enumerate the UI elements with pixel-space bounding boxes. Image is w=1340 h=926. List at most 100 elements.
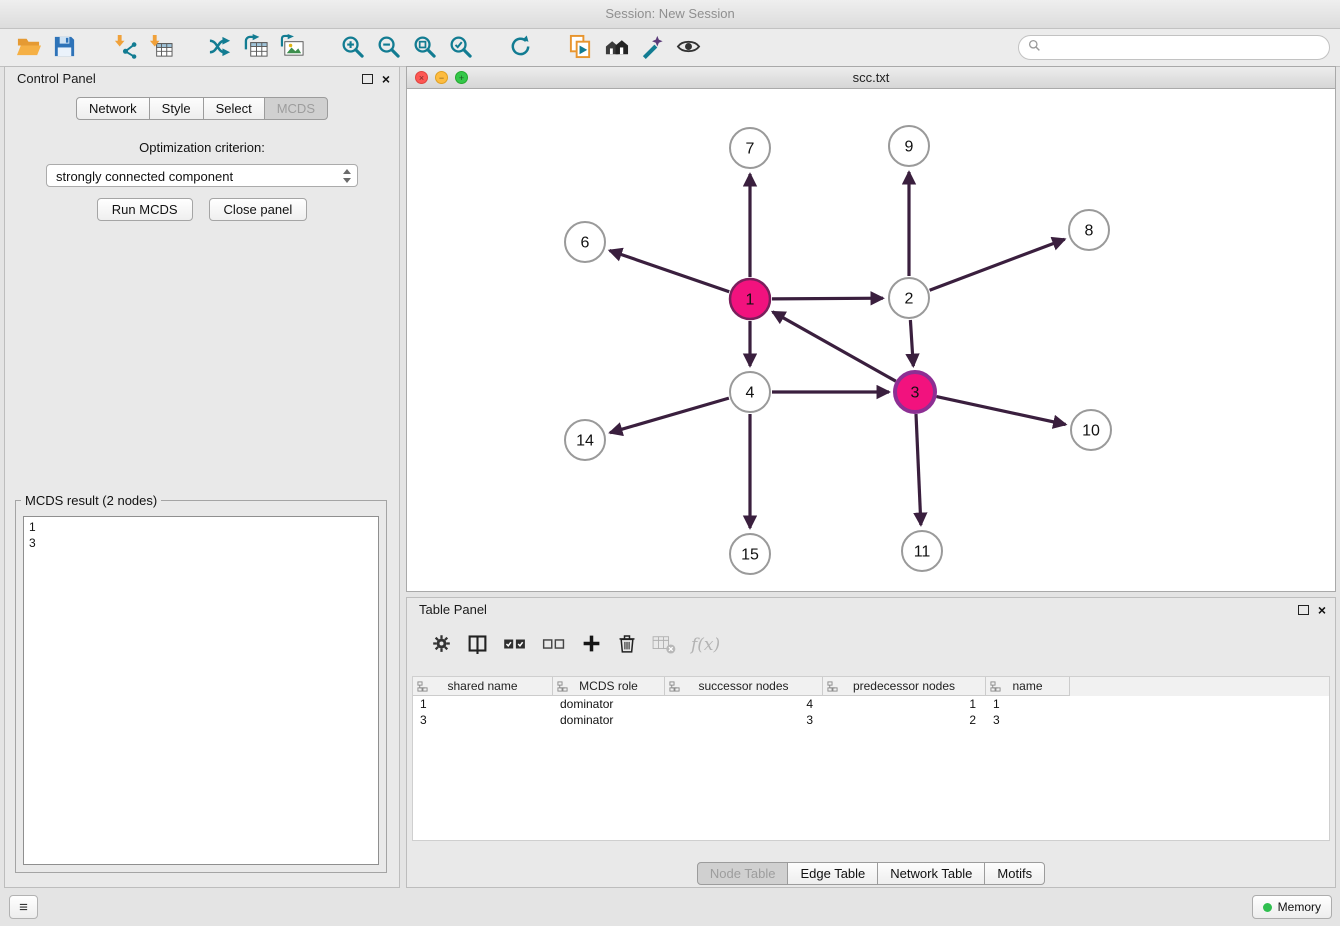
table-panel-header: Table Panel × — [407, 598, 1335, 621]
node-label: 8 — [1085, 223, 1094, 240]
float-panel-icon[interactable] — [362, 74, 373, 84]
hide-columns-button[interactable] — [542, 635, 566, 656]
mcds-result-title: MCDS result (2 nodes) — [21, 493, 161, 508]
column-header[interactable]: name — [986, 677, 1070, 696]
minimize-window-button[interactable]: − — [435, 71, 448, 84]
import-table-button[interactable] — [142, 33, 178, 63]
copy-view-button[interactable] — [562, 33, 598, 63]
network-window-titlebar[interactable]: scc.txt × − + — [407, 67, 1335, 89]
import-table-icon — [148, 34, 173, 62]
function-builder-button[interactable]: f(x) — [691, 635, 720, 655]
column-header[interactable]: MCDS role — [553, 677, 665, 696]
delete-table-button[interactable] — [652, 634, 676, 657]
column-sort-icon — [669, 681, 680, 695]
node-label: 6 — [581, 235, 590, 252]
eye-icon — [676, 34, 701, 62]
column-header-label: shared name — [447, 679, 517, 693]
tab-network-table[interactable]: Network Table — [877, 862, 985, 885]
task-history-button[interactable]: ≡ — [9, 895, 38, 919]
list-icon: ≡ — [19, 899, 28, 916]
zoom-out-button[interactable] — [370, 33, 406, 63]
zoom-selected-button[interactable] — [442, 33, 478, 63]
table-cell[interactable]: 1 — [413, 696, 553, 712]
refresh-button[interactable] — [502, 33, 538, 63]
split-view-button[interactable] — [467, 633, 488, 657]
table-header-row: shared name MCDS rolesuccessor nodesprede… — [413, 677, 1329, 696]
maximize-window-button[interactable]: + — [455, 71, 468, 84]
shuffle-network-button[interactable] — [202, 33, 238, 63]
control-panel-header: Control Panel × — [5, 67, 399, 90]
table-cell[interactable]: 2 — [823, 712, 986, 728]
show-details-button[interactable] — [670, 33, 706, 63]
table-cell[interactable]: 1 — [823, 696, 986, 712]
tab-motifs[interactable]: Motifs — [984, 862, 1045, 885]
import-network-button[interactable] — [106, 33, 142, 63]
tab-style[interactable]: Style — [149, 97, 204, 120]
edge-1-6[interactable] — [610, 251, 730, 292]
column-header[interactable]: predecessor nodes — [823, 677, 986, 696]
tab-select[interactable]: Select — [203, 97, 265, 120]
table-cell[interactable]: 3 — [413, 712, 553, 728]
close-table-panel-icon[interactable]: × — [1318, 603, 1326, 617]
tab-edge-table[interactable]: Edge Table — [787, 862, 878, 885]
table-cell[interactable]: 3 — [665, 712, 823, 728]
table-panel: Table Panel × f(x) shared name MCDS roles… — [406, 597, 1336, 888]
node-label: 11 — [914, 544, 931, 561]
tab-mcds[interactable]: MCDS — [264, 97, 328, 120]
edge-4-14[interactable] — [610, 398, 729, 433]
search-input[interactable] — [1047, 39, 1320, 56]
save-session-button[interactable] — [46, 33, 82, 63]
table-row[interactable]: 3dominator323 — [413, 712, 1329, 728]
shuffle-arrows-icon — [208, 34, 233, 62]
mcds-result-list[interactable]: 13 — [23, 516, 379, 865]
node-label: 9 — [905, 139, 914, 156]
table-settings-button[interactable] — [431, 633, 452, 657]
edge-3-11[interactable] — [916, 414, 921, 525]
zoom-fit-button[interactable] — [406, 33, 442, 63]
run-mcds-button[interactable]: Run MCDS — [97, 198, 193, 221]
tab-network[interactable]: Network — [76, 97, 150, 120]
edge-3-1[interactable] — [773, 312, 896, 381]
table-cell[interactable]: 4 — [665, 696, 823, 712]
control-panel-tabs: Network Style Select MCDS — [5, 97, 399, 120]
delete-column-button[interactable] — [617, 633, 637, 657]
tab-node-table[interactable]: Node Table — [697, 862, 789, 885]
node-label: 14 — [576, 433, 594, 450]
column-sort-icon — [990, 681, 1001, 695]
column-header[interactable]: shared name — [413, 677, 553, 696]
network-canvas[interactable]: 7968124314101511 — [407, 89, 1335, 592]
table-row[interactable]: 1dominator411 — [413, 696, 1329, 712]
mcds-result-item[interactable]: 1 — [29, 519, 373, 535]
close-window-button[interactable]: × — [415, 71, 428, 84]
window-titlebar[interactable]: Session: New Session — [0, 0, 1340, 29]
memory-button[interactable]: Memory — [1252, 895, 1332, 919]
open-folder-icon — [16, 34, 41, 62]
node-label: 2 — [905, 291, 914, 308]
optimization-criterion-label: Optimization criterion: — [5, 140, 399, 155]
table-cell[interactable]: dominator — [553, 712, 665, 728]
zoom-in-button[interactable] — [334, 33, 370, 63]
style-wand-button[interactable] — [634, 33, 670, 63]
edge-2-8[interactable] — [930, 239, 1065, 290]
node-label: 4 — [746, 385, 755, 402]
home-layout-button[interactable] — [598, 33, 634, 63]
close-panel-button[interactable]: Close panel — [209, 198, 308, 221]
export-image-button[interactable] — [274, 33, 310, 63]
edge-2-3[interactable] — [910, 320, 913, 366]
add-column-button[interactable] — [581, 633, 602, 657]
float-table-panel-icon[interactable] — [1298, 605, 1309, 615]
show-columns-button[interactable] — [503, 635, 527, 656]
edge-1-2[interactable] — [772, 298, 883, 299]
edge-3-10[interactable] — [937, 397, 1066, 425]
table-cell[interactable]: 3 — [986, 712, 1070, 728]
criterion-select[interactable]: strongly connected component — [46, 164, 358, 187]
search-box[interactable] — [1018, 35, 1330, 60]
clone-network-button[interactable] — [238, 33, 274, 63]
mcds-result-item[interactable]: 3 — [29, 535, 373, 551]
node-label: 7 — [746, 141, 755, 158]
table-cell[interactable]: dominator — [553, 696, 665, 712]
open-file-button[interactable] — [10, 33, 46, 63]
column-header[interactable]: successor nodes — [665, 677, 823, 696]
table-cell[interactable]: 1 — [986, 696, 1070, 712]
close-panel-icon[interactable]: × — [382, 72, 390, 86]
